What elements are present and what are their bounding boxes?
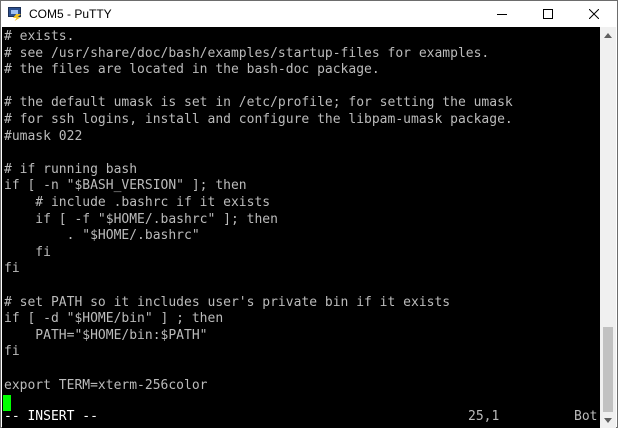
terminal-line: # for ssh logins, install and configure … — [4, 112, 513, 127]
terminal-line: # include .bashrc if it exists — [4, 195, 271, 210]
vim-mode-indicator: -- INSERT -- — [4, 409, 98, 424]
terminal-line: export TERM=xterm-256color — [4, 377, 208, 393]
vertical-scrollbar[interactable] — [600, 27, 616, 428]
terminal-line: fi — [4, 244, 51, 260]
putty-icon[interactable] — [7, 6, 23, 22]
scrollbar-thumb[interactable] — [603, 327, 613, 412]
close-button[interactable] — [571, 1, 617, 27]
terminal-line: # the default umask is set in /etc/profi… — [4, 95, 513, 111]
terminal-line: # set PATH so it includes user's private… — [4, 294, 451, 310]
minimize-button[interactable] — [479, 1, 525, 27]
maximize-icon — [543, 9, 553, 19]
terminal-line: #umask 022 — [4, 128, 83, 144]
maximize-button[interactable] — [525, 1, 571, 27]
minimize-icon — [497, 9, 507, 19]
scroll-up-arrow-icon[interactable] — [600, 27, 616, 43]
cursor-position: 25,1 — [468, 409, 500, 424]
scroll-down-arrow-icon[interactable] — [600, 412, 616, 428]
terminal-line: fi — [4, 344, 20, 360]
terminal-line: if [ -f "$HOME/.bashrc" ]; then — [4, 211, 278, 227]
terminal-line: if [ -n "$BASH_VERSION" ]; then — [4, 178, 247, 194]
title-bar[interactable]: COM5 - PuTTY — [1, 1, 617, 27]
terminal-line: if [ -d "$HOME/bin" ] ; then — [4, 311, 224, 327]
terminal-line: fi — [4, 261, 20, 277]
terminal-line: # the files are located in the bash-doc … — [4, 62, 380, 78]
terminal-line: # if running bash — [4, 161, 138, 177]
putty-window: COM5 - PuTTY export TERM=xterm-256color f… — [0, 0, 618, 428]
terminal-screen[interactable]: export TERM=xterm-256color fi PATH="$HOME… — [2, 27, 602, 428]
scroll-position: Bot — [574, 409, 598, 424]
terminal-line: # see /usr/share/doc/bash/examples/start… — [4, 45, 490, 61]
terminal-line: # exists. — [4, 29, 75, 44]
close-icon — [589, 9, 599, 19]
terminal-line: PATH="$HOME/bin:$PATH" — [4, 327, 208, 343]
window-title: COM5 - PuTTY — [29, 7, 112, 21]
terminal-line: . "$HOME/.bashrc" — [4, 228, 200, 244]
